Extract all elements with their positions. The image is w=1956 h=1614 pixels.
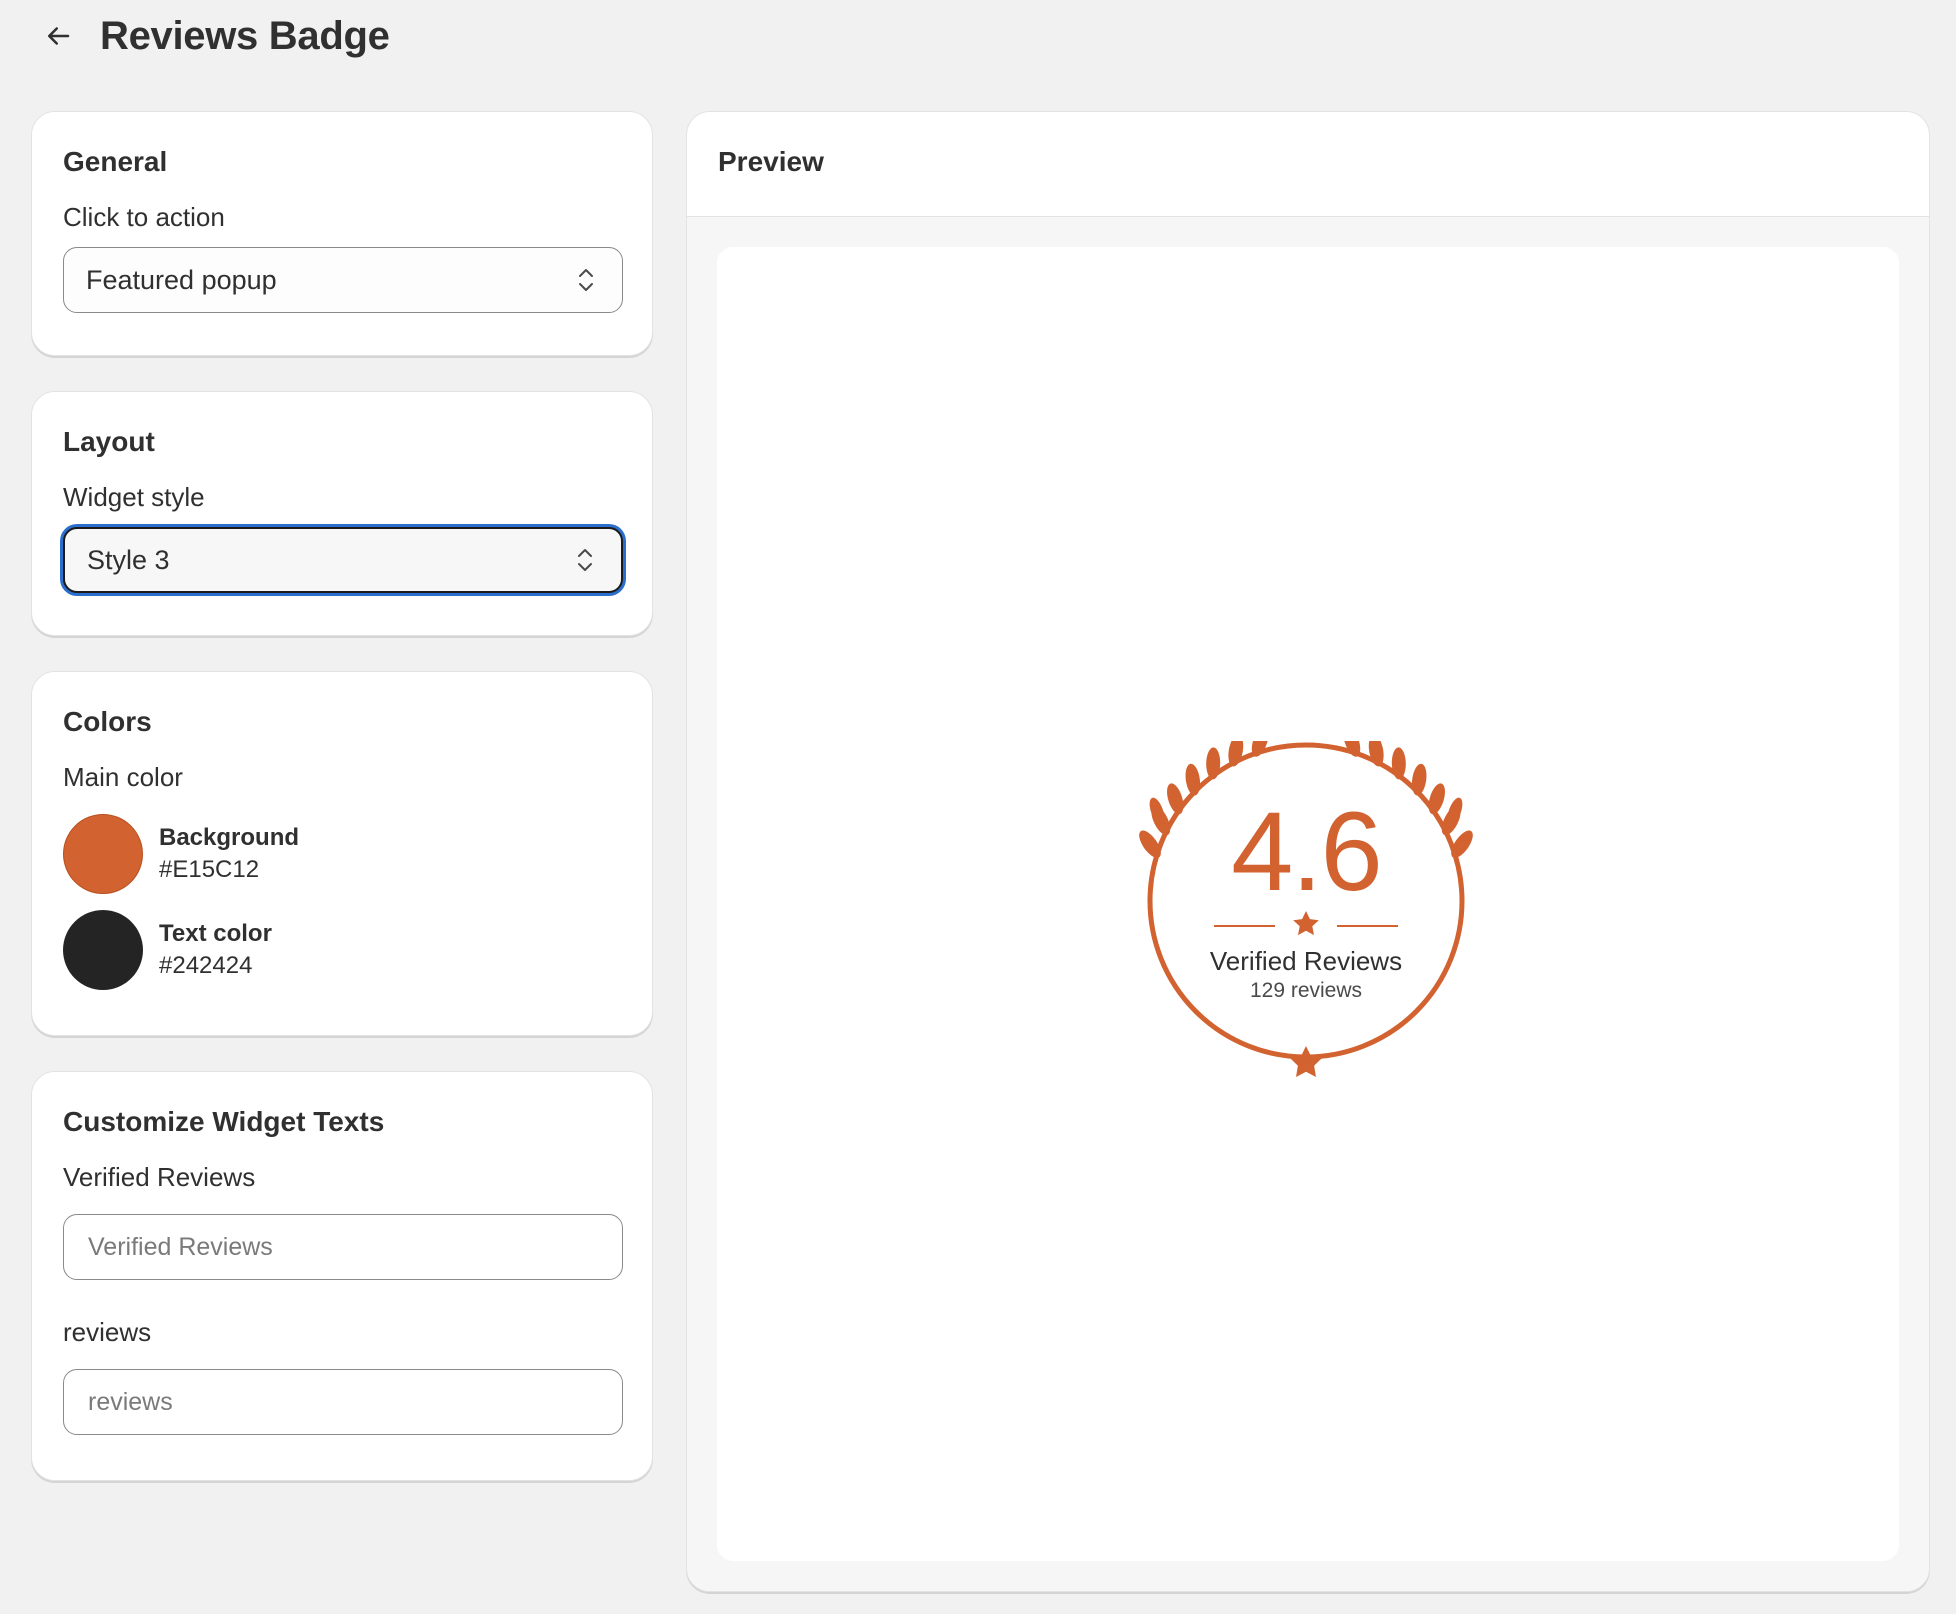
background-color-label: Background [159, 824, 300, 851]
widget-style-select[interactable]: Style 3 [63, 527, 623, 593]
texts-title: Customize Widget Texts [63, 1106, 385, 1137]
text-color-hex: #242424 [159, 952, 253, 979]
preview-canvas: 4.6 Verified Reviews 129 reviews [717, 247, 1899, 1561]
general-title: General [63, 146, 168, 177]
badge-rating: 4.6 [1231, 789, 1383, 914]
arrow-left-icon [48, 27, 70, 45]
colors-title: Colors [63, 706, 152, 737]
preview-card: Preview 4.6 Verified Reviews 129 reviews [686, 111, 1930, 1592]
click-action-label: Click to action [63, 202, 225, 232]
reviews-input[interactable] [63, 1369, 623, 1435]
layout-card: Layout Widget style Style 3 [31, 391, 653, 636]
layout-title: Layout [63, 426, 155, 457]
texts-card: Customize Widget Texts Verified Reviews … [31, 1071, 653, 1481]
verified-reviews-label: Verified Reviews [63, 1162, 256, 1192]
background-color-hex: #E15C12 [159, 856, 260, 883]
main-color-label: Main color [63, 762, 183, 792]
reviews-label: reviews [63, 1317, 152, 1347]
reviews-badge[interactable]: 4.6 Verified Reviews 129 reviews [1131, 741, 1481, 1091]
click-action-select[interactable]: Featured popup [63, 247, 623, 313]
page-title: Reviews Badge [100, 13, 390, 58]
select-chevron-icon [579, 269, 593, 291]
colors-card: Colors Main color Background #E15C12 Tex… [31, 671, 653, 1036]
preview-area: 4.6 Verified Reviews 129 reviews [687, 217, 1929, 1591]
click-action-value: Featured popup [86, 264, 277, 295]
select-chevron-icon [578, 549, 592, 571]
page-header: Reviews Badge [38, 8, 390, 64]
verified-reviews-input[interactable] [63, 1214, 623, 1280]
preview-title: Preview [718, 146, 824, 177]
widget-style-value: Style 3 [87, 544, 170, 575]
general-card: General Click to action Featured popup [31, 111, 653, 356]
back-button[interactable] [38, 16, 78, 56]
background-color-row: Background #E15C12 [63, 814, 299, 894]
text-color-swatch[interactable] [63, 910, 143, 990]
badge-count: 129 reviews [1249, 979, 1363, 1002]
text-color-label: Text color [159, 920, 272, 947]
text-color-row: Text color #242424 [63, 910, 272, 990]
widget-style-label: Widget style [63, 482, 205, 512]
background-color-swatch[interactable] [63, 814, 143, 894]
badge-title: Verified Reviews [1209, 946, 1403, 976]
bottom-star-icon [1289, 1046, 1323, 1077]
